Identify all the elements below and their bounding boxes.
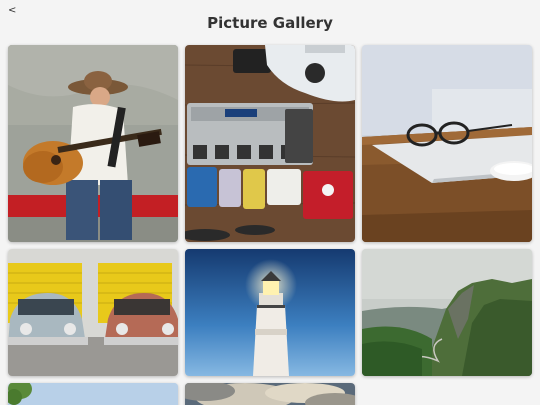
gallery-screen: < Picture Gallery — [0, 0, 540, 405]
gallery-photo-tree-sky[interactable] — [8, 383, 178, 405]
gallery-photo-guitar-pedals[interactable] — [185, 45, 355, 242]
page-title: Picture Gallery — [207, 14, 333, 32]
gallery-photo-lighthouse[interactable] — [185, 249, 355, 376]
gallery-photo-vintage-cars[interactable] — [8, 249, 178, 376]
gallery-photo-clouds[interactable] — [185, 383, 355, 405]
gallery-photo-green-hills[interactable] — [362, 249, 532, 376]
gallery-photo-glasses-laptop[interactable] — [362, 45, 532, 242]
gallery-photo-guitar-player[interactable] — [8, 45, 178, 242]
